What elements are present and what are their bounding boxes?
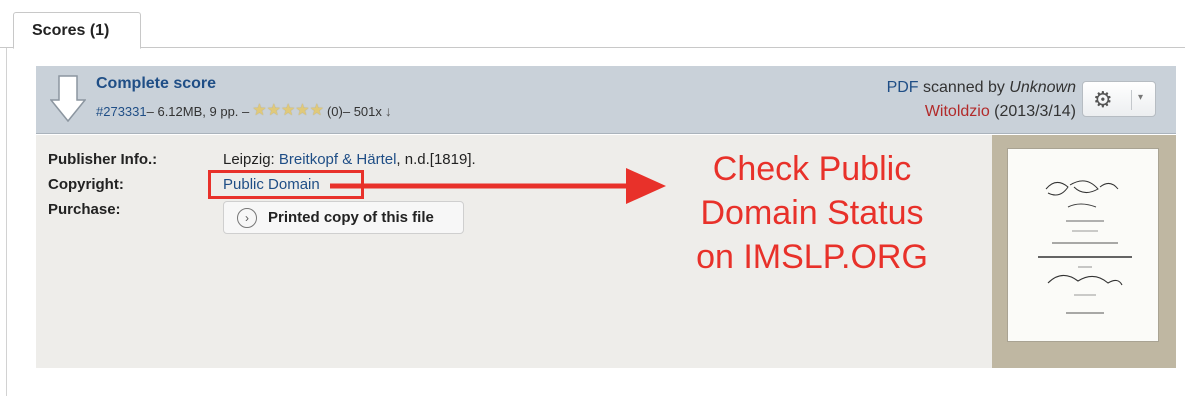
file-id-link[interactable]: #273331 bbox=[96, 104, 147, 119]
copyright-label: Copyright: bbox=[48, 176, 124, 193]
printed-copy-label: Printed copy of this file bbox=[268, 209, 434, 226]
publisher-label: Publisher Info.: bbox=[48, 151, 158, 168]
download-arrow-icon[interactable] bbox=[50, 74, 86, 124]
rating-stars[interactable]: ★ ★ ★ ★ ★ bbox=[252, 103, 324, 119]
star-icon[interactable]: ★ bbox=[267, 103, 281, 119]
pdf-format-link[interactable]: PDF bbox=[887, 79, 919, 96]
file-size-pages: – 6.12MB, 9 pp. – bbox=[146, 103, 250, 119]
button-divider bbox=[1131, 90, 1132, 110]
file-source-info: PDF scanned by Unknown Witoldzio (2013/3… bbox=[887, 76, 1076, 124]
score-file-header: Complete score #273331 – 6.12MB, 9 pp. –… bbox=[36, 66, 1176, 134]
purchase-label: Purchase: bbox=[48, 201, 121, 218]
thumbnail-title-page-art bbox=[1038, 180, 1132, 314]
download-count: – 501x bbox=[342, 103, 382, 119]
star-icon[interactable]: ★ bbox=[295, 103, 309, 119]
scanner-name: Unknown bbox=[1009, 79, 1076, 96]
score-thumbnail[interactable] bbox=[992, 135, 1176, 368]
uploader-link[interactable]: Witoldzio bbox=[925, 103, 990, 120]
scan-info-line: PDF scanned by Unknown bbox=[887, 76, 1076, 100]
gear-icon: ⚙ bbox=[1093, 87, 1113, 112]
download-count-icon: ↓ bbox=[384, 103, 392, 119]
tab-scores[interactable]: Scores (1) bbox=[13, 12, 141, 49]
publisher-city: Leipzig: bbox=[223, 151, 279, 168]
annotation-arrow bbox=[330, 168, 666, 204]
chevron-down-icon: ▾ bbox=[1138, 92, 1144, 103]
scanned-by-text: scanned by bbox=[918, 79, 1010, 96]
tab-bar: Scores (1) bbox=[0, 0, 1185, 49]
star-icon[interactable]: ★ bbox=[310, 103, 324, 119]
rating-count: (0) bbox=[326, 103, 343, 119]
score-title-link[interactable]: Complete score bbox=[96, 75, 216, 93]
star-icon[interactable]: ★ bbox=[281, 103, 295, 119]
score-metadata: #273331 – 6.12MB, 9 pp. – ★ ★ ★ ★ ★ (0) … bbox=[96, 103, 392, 120]
upload-date: (2013/3/14) bbox=[989, 103, 1076, 120]
upload-info-line: Witoldzio (2013/3/14) bbox=[887, 100, 1076, 124]
star-icon[interactable]: ★ bbox=[252, 103, 266, 119]
annotation-text: Check Public Domain Status on IMSLP.ORG bbox=[696, 150, 928, 276]
file-options-button[interactable]: ⚙ ▾ bbox=[1082, 81, 1156, 117]
thumbnail-page bbox=[1007, 148, 1159, 342]
chevron-right-circle-icon: › bbox=[237, 208, 257, 228]
